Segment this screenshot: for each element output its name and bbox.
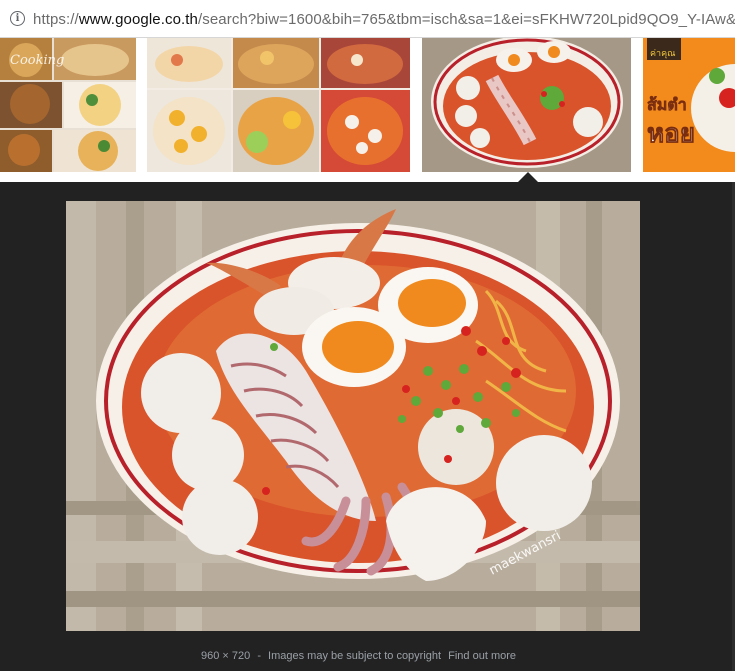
info-icon[interactable]: i: [10, 11, 25, 26]
thumbnail-image: [147, 38, 410, 172]
thumbnail-image: Cooking: [0, 38, 136, 172]
meta-separator: -: [257, 650, 261, 662]
image-thumbnail-selected[interactable]: [422, 38, 631, 172]
address-bar[interactable]: i https://www.google.co.th/search?biw=16…: [0, 0, 735, 38]
image-meta-line: 960 × 720 - Images may be subject to cop…: [201, 650, 520, 662]
thumbnail-caption-line2: หอย: [647, 119, 695, 149]
image-thumbnail[interactable]: [147, 38, 410, 172]
selected-pointer: [518, 172, 538, 182]
image-thumbnail[interactable]: ค่าคุณ ส้มตำ หอย: [643, 38, 735, 172]
url-path: /search?biw=1600&bih=765&tbm=isch&sa=1&e…: [198, 10, 735, 28]
thumbnail-strip: Cooking ค่าคุณ ส้มตำ หอย: [0, 38, 735, 182]
preview-photo: maekwansri: [66, 201, 640, 631]
find-out-more-link[interactable]: Find out more: [448, 650, 516, 662]
url-prefix: https://: [33, 10, 79, 28]
url-text[interactable]: https://www.google.co.th/search?biw=1600…: [33, 7, 735, 31]
thumbnail-caption-line1: ส้มตำ: [647, 95, 687, 114]
thumbnail-image: ค่าคุณ ส้มตำ หอย: [643, 38, 735, 172]
preview-image[interactable]: maekwansri: [66, 201, 640, 631]
thumbnail-image: [422, 38, 631, 172]
thumbnail-watermark: Cooking: [10, 53, 64, 68]
copyright-notice: Images may be subject to copyright: [268, 650, 442, 662]
image-thumbnail[interactable]: Cooking: [0, 38, 136, 172]
image-preview-panel: maekwansri 960 × 720 - Images may be sub…: [0, 182, 735, 671]
url-host: www.google.co.th: [78, 10, 198, 28]
image-dimensions: 960 × 720: [201, 650, 251, 662]
thumbnail-logo: ค่าคุณ: [650, 49, 675, 59]
